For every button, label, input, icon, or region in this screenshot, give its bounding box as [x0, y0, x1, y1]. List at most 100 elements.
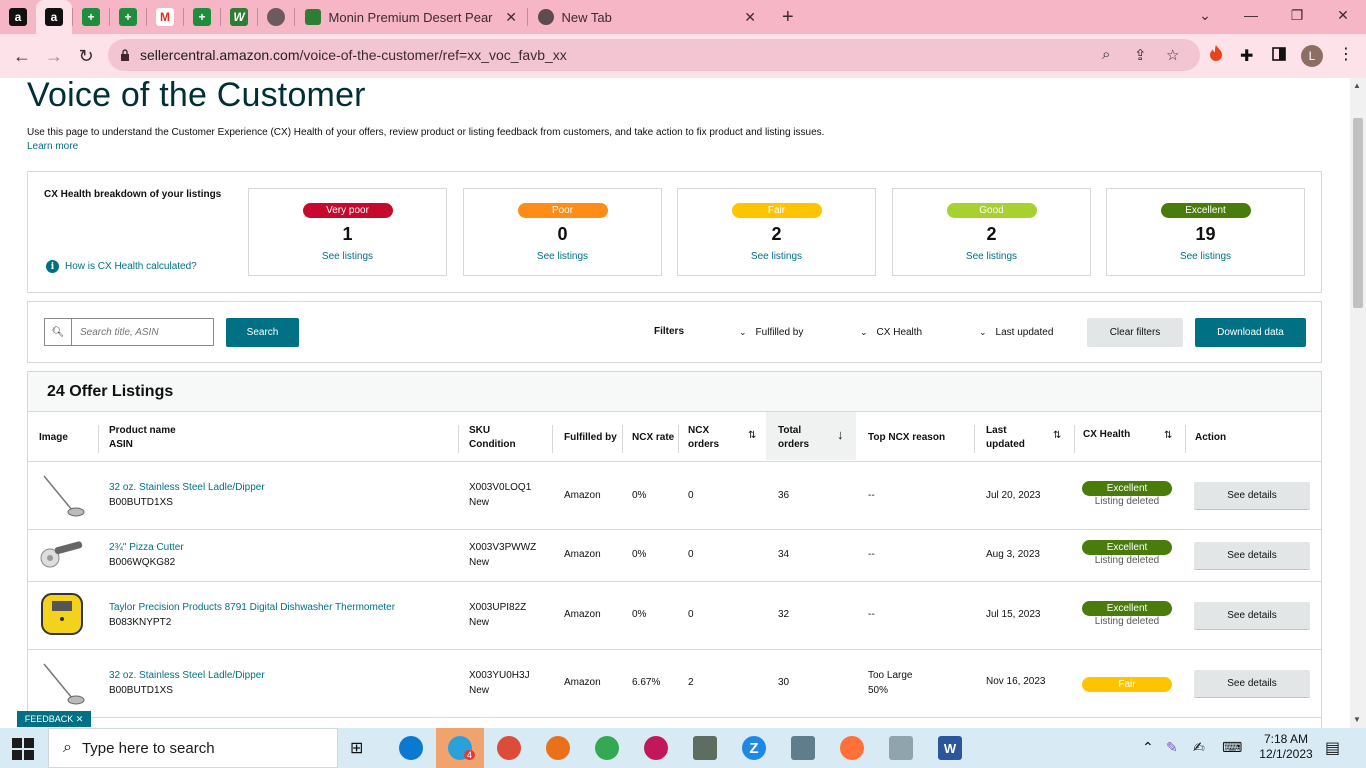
zoom-app-icon[interactable]: Z: [742, 736, 766, 760]
chrome-profile-icon[interactable]: [595, 736, 619, 760]
pen-feather-icon[interactable]: ✎: [1166, 739, 1178, 756]
browser-menu-icon[interactable]: ⋮: [1338, 44, 1354, 64]
pinned-tab-amazon-active[interactable]: a: [36, 0, 72, 34]
col-sku[interactable]: SKU Condition: [469, 424, 516, 452]
sheets-icon: +: [119, 8, 137, 26]
side-panel-icon[interactable]: [1272, 47, 1286, 61]
product-name-link[interactable]: 32 oz. Stainless Steel Ladle/Dipper: [109, 668, 265, 683]
reload-icon[interactable]: ↻: [70, 40, 102, 72]
tab-search-chevron-icon[interactable]: ⌄: [1182, 0, 1228, 30]
chrome-icon[interactable]: [497, 736, 521, 760]
col-total-orders[interactable]: Total orders: [778, 424, 809, 452]
col-product-name[interactable]: Product name ASIN: [109, 424, 176, 452]
see-details-button[interactable]: See details: [1194, 670, 1310, 698]
task-view-icon[interactable]: ⊞: [350, 738, 363, 758]
profile-avatar[interactable]: L: [1301, 45, 1323, 67]
zoom-icon[interactable]: ⌕: [1102, 46, 1110, 63]
see-listings-link[interactable]: See listings: [1107, 251, 1304, 262]
feedback-button[interactable]: FEEDBACK ✕: [17, 711, 91, 727]
product-name-link[interactable]: 32 oz. Stainless Steel Ladle/Dipper: [109, 480, 265, 495]
how-calculated-link[interactable]: i How is CX Health calculated?: [46, 260, 197, 273]
telegram-active-slot[interactable]: 4: [436, 728, 484, 768]
sku: X003UPI82Z: [469, 602, 527, 613]
keyboard-icon[interactable]: ⌨: [1222, 739, 1242, 756]
sort-descending-icon[interactable]: ↓: [837, 427, 844, 442]
back-arrow-icon[interactable]: ←: [6, 40, 38, 72]
search-icon[interactable]: 🔍︎: [45, 319, 72, 345]
chrome-profile-icon[interactable]: [546, 736, 570, 760]
sku: X003V3PWWZ: [469, 542, 537, 553]
notification-center-icon[interactable]: ▤: [1325, 738, 1340, 758]
taskbar-search-box[interactable]: ⌕ Type here to search: [48, 728, 338, 768]
bookmark-star-icon[interactable]: ☆: [1166, 46, 1179, 64]
ncx-rate: 0%: [632, 549, 647, 560]
download-data-button[interactable]: Download data: [1195, 318, 1306, 347]
sort-icon[interactable]: ⇅: [1053, 430, 1061, 441]
last-updated: Nov 16, 2023: [986, 676, 1046, 687]
close-tab-icon[interactable]: ✕: [744, 9, 756, 26]
scroll-up-icon[interactable]: ▲: [1353, 81, 1361, 90]
restore-icon[interactable]: ❐: [1274, 0, 1320, 30]
word-icon[interactable]: W: [938, 736, 962, 760]
minimize-icon[interactable]: —: [1228, 0, 1274, 30]
sort-icon[interactable]: ⇅: [748, 430, 756, 441]
scrollbar-thumb[interactable]: [1353, 118, 1363, 308]
calculator-icon[interactable]: [791, 736, 815, 760]
system-clock[interactable]: 7:18 AM 12/1/2023: [1256, 732, 1316, 762]
page-scrollbar[interactable]: ▲ ▼: [1350, 78, 1366, 728]
col-ncx-orders[interactable]: NCX orders: [688, 424, 719, 452]
close-tab-icon[interactable]: ✕: [505, 9, 517, 26]
col-ncx-rate[interactable]: NCX rate: [632, 431, 674, 445]
forward-arrow-icon[interactable]: →: [38, 40, 70, 72]
see-listings-link[interactable]: See listings: [249, 251, 446, 262]
pinned-tab-sheets-2[interactable]: +: [110, 0, 146, 34]
pen-workspace-icon[interactable]: ✍: [1193, 739, 1205, 756]
col-last-updated[interactable]: Last updated: [986, 424, 1025, 452]
extensions-puzzle-icon[interactable]: ✚: [1240, 46, 1253, 66]
new-tab-button[interactable]: +: [782, 6, 794, 29]
cx-health-dropdown[interactable]: ⌄ CX Health: [860, 327, 922, 338]
search-button[interactable]: Search: [226, 318, 299, 347]
see-listings-link[interactable]: See listings: [893, 251, 1090, 262]
app-icon[interactable]: [889, 736, 913, 760]
status-badge: Very poor: [302, 203, 393, 218]
tray-chevron-up-icon[interactable]: ⌃: [1142, 739, 1154, 756]
pinned-tab-sheets-1[interactable]: +: [73, 0, 109, 34]
col-fulfilled-by[interactable]: Fulfilled by: [564, 431, 617, 445]
product-name-link[interactable]: 2¾" Pizza Cutter: [109, 540, 184, 555]
tab-monin[interactable]: Monin Premium Desert Pear Flav ✕: [295, 0, 527, 34]
pinned-tab-globe[interactable]: [258, 0, 294, 34]
tab-new-tab[interactable]: New Tab ✕: [528, 0, 766, 34]
scroll-down-icon[interactable]: ▼: [1353, 715, 1361, 724]
fire-extension-icon[interactable]: [1208, 44, 1224, 62]
pinned-tab-amazon[interactable]: a: [0, 0, 36, 34]
window-close-icon[interactable]: ✕: [1320, 0, 1366, 30]
last-updated-dropdown[interactable]: ⌄ Last updated: [979, 327, 1053, 338]
col-cx-health[interactable]: CX Health: [1083, 428, 1130, 442]
sort-icon[interactable]: ⇅: [1164, 430, 1172, 441]
search-input[interactable]: [72, 319, 212, 345]
product-name-link[interactable]: Taylor Precision Products 8791 Digital D…: [109, 600, 395, 615]
address-bar[interactable]: sellercentral.amazon.com/voice-of-the-cu…: [108, 39, 1200, 71]
fulfilled-by-dropdown[interactable]: ⌄ Fulfilled by: [739, 327, 803, 338]
see-listings-link[interactable]: See listings: [464, 251, 661, 262]
chevron-down-icon: ⌄: [979, 327, 987, 337]
cx-health-badge: Excellent: [1082, 601, 1172, 616]
see-listings-link[interactable]: See listings: [678, 251, 875, 262]
firefox-icon[interactable]: [840, 736, 864, 760]
pinned-tab-gmail[interactable]: M: [147, 0, 183, 34]
edge-icon[interactable]: [399, 736, 423, 760]
see-details-button[interactable]: See details: [1194, 542, 1310, 570]
stocks-app-icon[interactable]: [693, 736, 717, 760]
clear-filters-button[interactable]: Clear filters: [1087, 318, 1183, 347]
see-details-button[interactable]: See details: [1194, 602, 1310, 630]
pinned-tab-sheets-3[interactable]: +: [184, 0, 220, 34]
share-icon[interactable]: ⇪: [1134, 46, 1147, 64]
learn-more-link[interactable]: Learn more: [27, 141, 78, 152]
last-updated: Aug 3, 2023: [986, 549, 1040, 560]
pinned-tab-webstaurant[interactable]: W: [221, 0, 257, 34]
last-updated: Jul 15, 2023: [986, 609, 1041, 620]
chrome-profile-icon[interactable]: [644, 736, 668, 760]
windows-start-icon[interactable]: [12, 738, 34, 760]
see-details-button[interactable]: See details: [1194, 482, 1310, 510]
